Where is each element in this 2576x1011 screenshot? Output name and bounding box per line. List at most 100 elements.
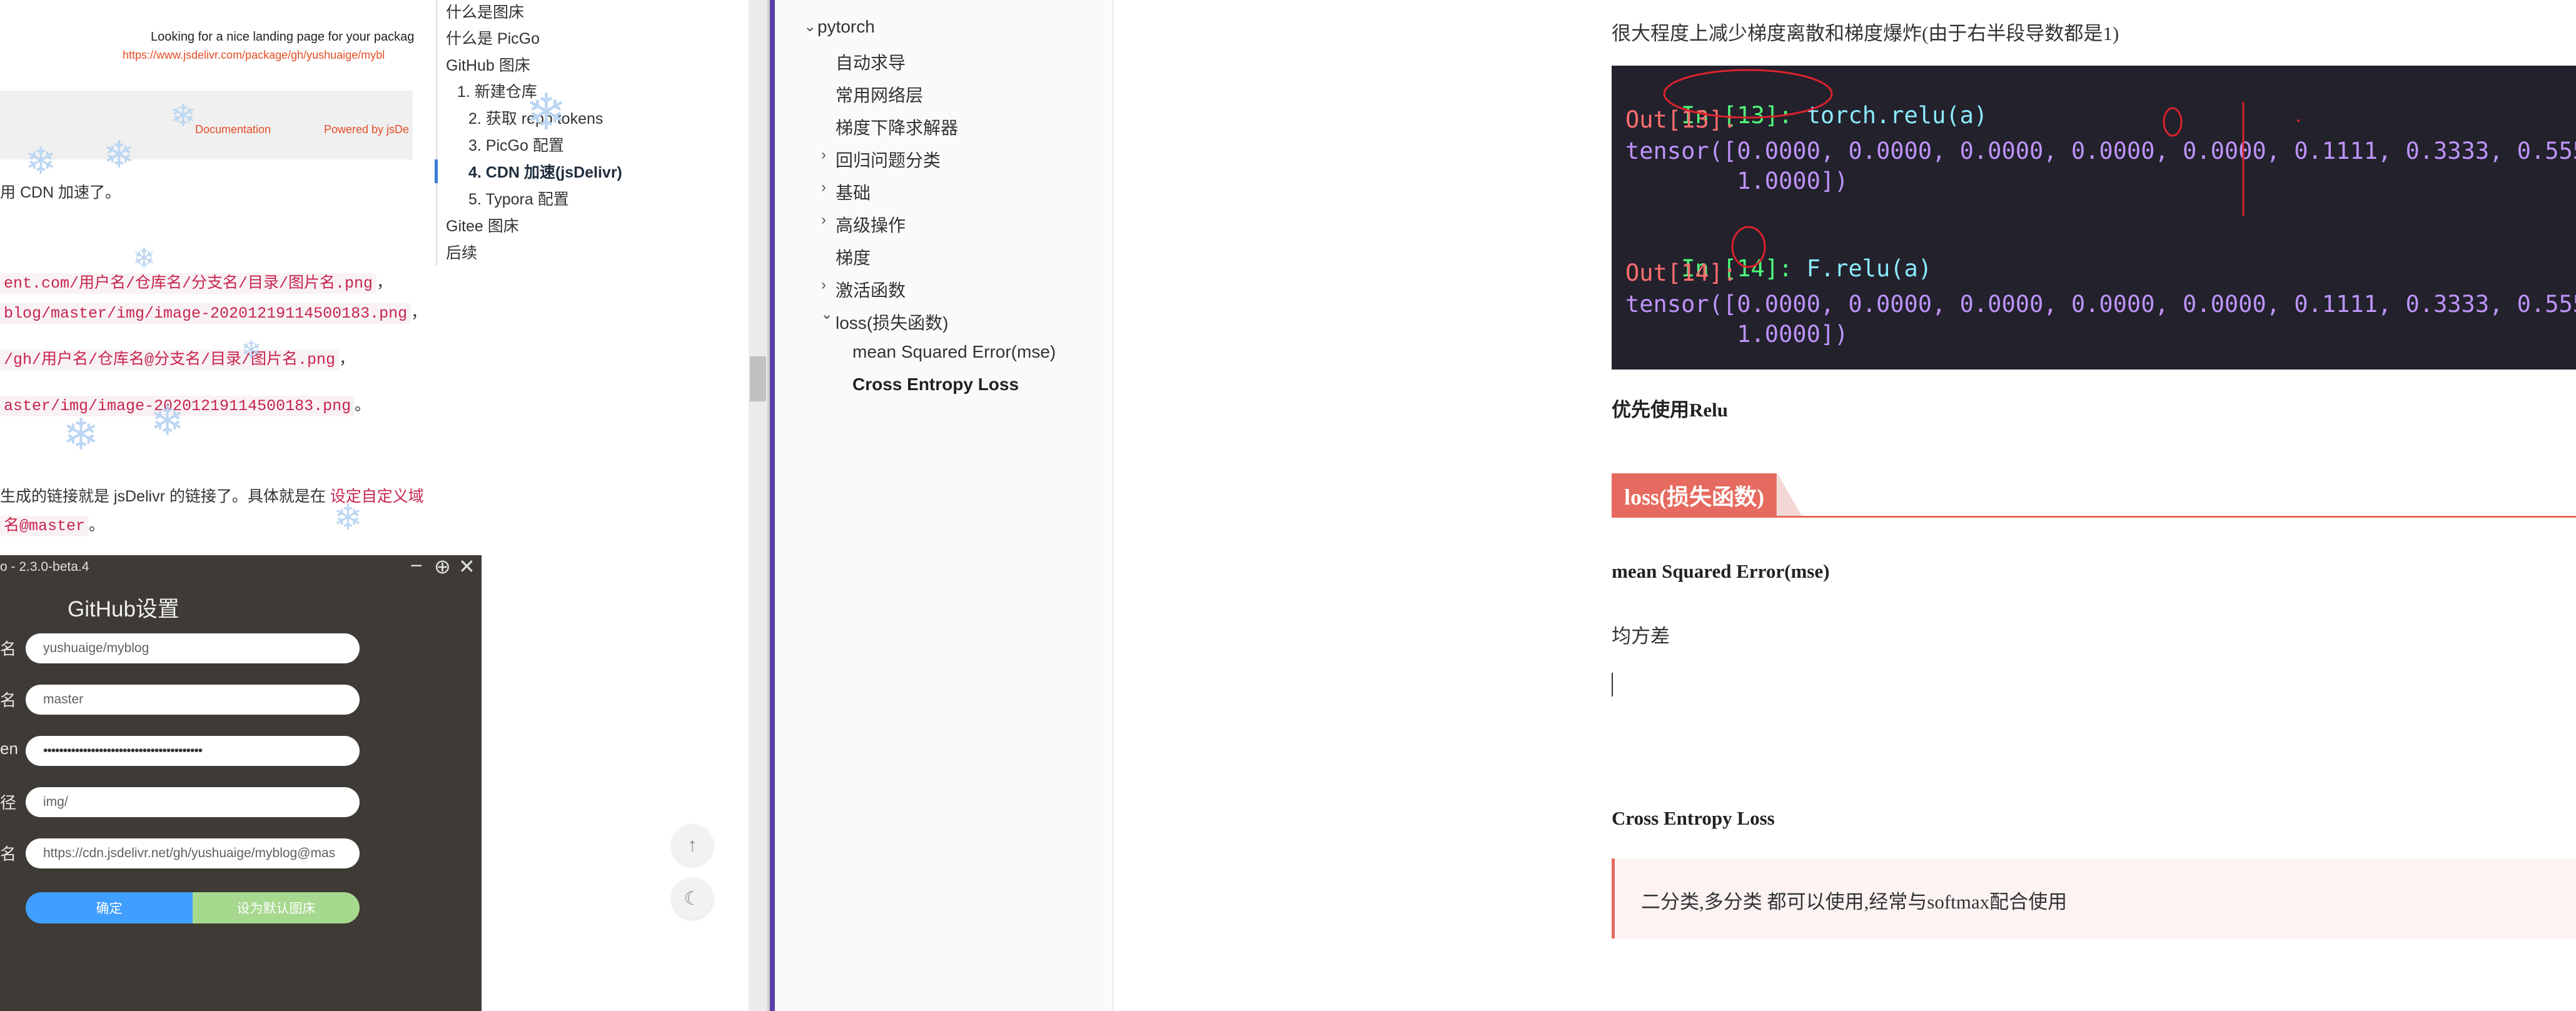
prefer-relu-heading: 优先使用Relu — [1612, 399, 1728, 421]
outline-item-cross-entropy[interactable]: Cross Entropy Loss — [852, 375, 1019, 395]
snowflake-icon: ❄ — [103, 134, 135, 176]
mse-heading: mean Squared Error(mse) — [1612, 560, 1830, 582]
arrow-up-icon: ↑ — [687, 835, 697, 855]
blockquote: 二分类,多分类 都可以使用,经常与softmax配合使用 — [1612, 858, 2576, 938]
toc-active-marker — [435, 159, 438, 183]
punctuation: ， — [376, 274, 393, 291]
snowflake-icon: ❄ — [170, 98, 196, 133]
intro-paragraph: 很大程度上减少梯度离散和梯度爆炸(由于右半段导数都是1) — [1612, 23, 2119, 44]
toc-item-what-is-picgo[interactable]: 什么是 PicGo — [446, 26, 540, 49]
annotation-circle — [2163, 107, 2183, 137]
chevron-right-icon[interactable]: › — [821, 146, 826, 164]
outline-item-mse[interactable]: mean Squared Error(mse) — [852, 342, 1056, 362]
outline-item-regression[interactable]: 回归问题分类 — [836, 147, 941, 172]
page-scrollbar[interactable] — [749, 0, 767, 1011]
set-default-button[interactable]: 设为默认图床 — [193, 892, 360, 923]
url-example-4: aster/img/image-20201219114500183.png。 — [0, 393, 371, 416]
scrollbar-thumb[interactable] — [750, 356, 766, 401]
branch-input[interactable]: master — [26, 685, 360, 715]
moon-icon: ☾ — [684, 888, 701, 909]
outline-root-pytorch[interactable]: pytorch — [817, 17, 875, 37]
snowflake-icon: ❄ — [333, 498, 363, 537]
snowflake-icon: ❄ — [63, 410, 99, 459]
cdn-sentence: 用 CDN 加速了。 — [0, 184, 121, 201]
picgo-titlebar: o - 2.3.0-beta.4 − ⊕ ✕ — [0, 554, 482, 580]
outline-item-advanced[interactable]: 高级操作 — [836, 212, 906, 237]
toc-item-cdn-jsdelivr[interactable]: 4. CDN 加速(jsDelivr) — [468, 160, 622, 183]
chevron-right-icon[interactable]: › — [821, 179, 826, 196]
loss-heading: loss(损失函数) — [1612, 473, 1777, 517]
path-input[interactable]: img/ — [26, 787, 360, 817]
minimize-icon[interactable]: − — [410, 554, 423, 578]
close-icon[interactable]: ✕ — [458, 555, 475, 578]
picgo-window: o - 2.3.0-beta.4 − ⊕ ✕ — [0, 554, 482, 1011]
outline-item-layers[interactable]: 常用网络层 — [836, 82, 923, 107]
documentation-link[interactable]: Documentation — [195, 123, 271, 136]
picgo-heading: GitHub设置 — [68, 597, 179, 621]
domain-label: 名 — [0, 845, 17, 863]
code-span: blog/master/img/image-20201219114500183.… — [0, 303, 412, 324]
toc-item-what-is-image-host[interactable]: 什么是图床 — [446, 0, 524, 23]
dark-mode-toggle[interactable]: ☾ — [672, 878, 713, 919]
chevron-right-icon[interactable]: › — [821, 211, 826, 229]
toc-panel — [436, 0, 437, 266]
annotation-circle — [1731, 226, 1766, 268]
url-example-2: blog/master/img/image-20201219114500183.… — [0, 300, 427, 324]
branch-label: 名 — [0, 691, 17, 710]
chevron-right-icon[interactable]: › — [821, 276, 826, 294]
picgo-window-title: o - 2.3.0-beta.4 — [0, 560, 89, 574]
snowflake-icon: ❄ — [241, 336, 262, 364]
mse-description: 均方差 — [1612, 625, 1670, 647]
back-to-top-button[interactable]: ↑ — [672, 825, 713, 866]
custom-domain-input[interactable]: https://cdn.jsdelivr.net/gh/yushuaige/my… — [26, 838, 360, 868]
snowflake-icon: ❄ — [133, 243, 156, 274]
punctuation: ， — [411, 304, 427, 321]
repo-input[interactable]: yushuaige/myblog — [26, 633, 360, 663]
outline-item-basics[interactable]: 基础 — [836, 179, 871, 204]
token-input[interactable]: •••••••••••••••••••••••••••••••••••••••• — [26, 736, 360, 766]
chevron-down-icon[interactable]: ⌄ — [804, 18, 816, 36]
code-span: ent.com/用户名/仓库名/分支名/目录/图片名.png — [0, 273, 377, 294]
code-span: /gh/用户名/仓库名@分支名/目录/图片名.png — [0, 350, 340, 370]
heading-tab-shadow — [1777, 473, 1802, 517]
window-border-accent — [770, 0, 775, 1011]
powered-by-link[interactable]: Powered by jsDe — [324, 123, 409, 136]
jsdelivr-footer: Documentation Powered by jsDe — [0, 91, 413, 159]
url-example-1: ent.com/用户名/仓库名/分支名/目录/图片名.png， — [0, 270, 393, 294]
annotation-marks — [1663, 69, 2300, 268]
snowflake-icon: ❄ — [25, 140, 57, 182]
repo-label: 名 — [0, 640, 17, 658]
punctuation: 。 — [89, 516, 105, 534]
paragraph-text: 生成的链接就是 jsDelivr 的链接了。具体就是在 — [0, 488, 326, 505]
pin-icon[interactable]: ⊕ — [434, 555, 451, 578]
outline-item-gd-solver[interactable]: 梯度下降求解器 — [836, 114, 958, 139]
outline-item-activation[interactable]: 激活函数 — [836, 277, 906, 302]
toc-item-github-image-host[interactable]: GitHub 图床 — [446, 53, 530, 76]
blockquote-text: 二分类,多分类 都可以使用,经常与softmax配合使用 — [1641, 891, 2068, 913]
landing-page-text: Looking for a nice landing page for your… — [151, 30, 415, 44]
toc-item-afterword[interactable]: 后续 — [446, 241, 477, 263]
url-example-3: /gh/用户名/仓库名@分支名/目录/图片名.png， — [0, 346, 355, 370]
code-span: 名@master — [0, 516, 89, 536]
path-label: 径 — [0, 793, 17, 812]
toc-item-typora-config[interactable]: 5. Typora 配置 — [468, 187, 569, 209]
chevron-down-icon[interactable]: ⌄ — [821, 305, 833, 323]
toc-item-gitee-image-host[interactable]: Gitee 图床 — [446, 214, 519, 236]
jsdelivr-link[interactable]: https://www.jsdelivr.com/package/gh/yush… — [123, 49, 385, 62]
confirm-button[interactable]: 确定 — [26, 892, 193, 923]
punctuation: ， — [339, 350, 355, 368]
outline-item-autograd[interactable]: 自动求导 — [836, 49, 906, 74]
annotation-circle — [1663, 69, 1833, 119]
snowflake-icon: ❄ — [525, 84, 568, 140]
snowflake-icon: ❄ — [150, 398, 185, 444]
punctuation: 。 — [355, 396, 371, 414]
text-cursor[interactable] — [1612, 673, 1613, 697]
outline-item-gradient[interactable]: 梯度 — [836, 244, 871, 269]
token-label: en — [0, 739, 18, 758]
cross-entropy-heading: Cross Entropy Loss — [1612, 807, 1775, 829]
annotation-dot — [2297, 119, 2300, 122]
outline-item-loss[interactable]: loss(损失函数) — [836, 309, 948, 334]
jsdelivr-paragraph-2: 名@master。 — [0, 513, 105, 536]
code-screenshot-image: In [13]: torch.relu(a) Out[13]: tensor([… — [1612, 66, 2576, 370]
heading-underline — [1612, 516, 2576, 518]
